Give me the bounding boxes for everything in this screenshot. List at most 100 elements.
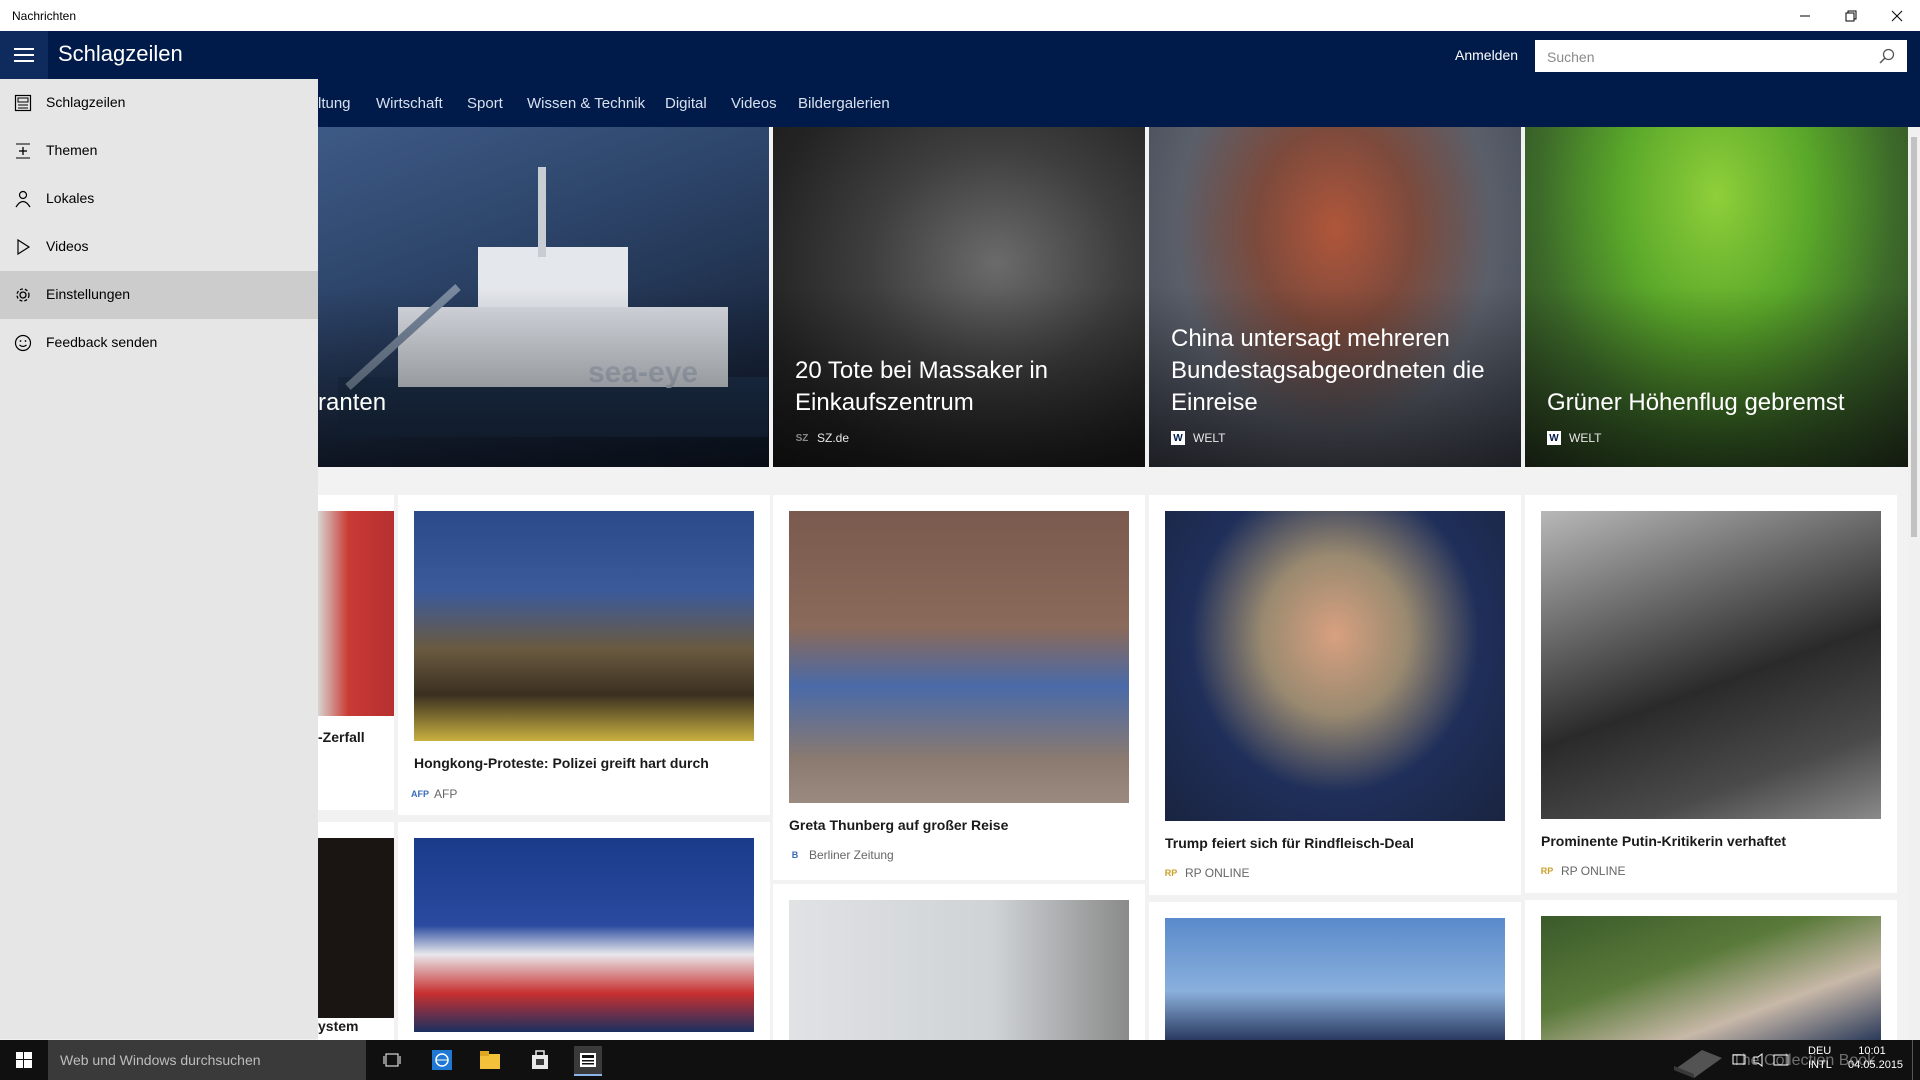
card-source: AFP AFP [411, 787, 458, 801]
card-image [789, 511, 1129, 803]
browser-icon [432, 1050, 452, 1070]
taskbar-store[interactable] [526, 1046, 554, 1074]
news-app-icon [580, 1053, 596, 1067]
keyboard-layout: INTL [1808, 1059, 1832, 1071]
category-tab-science[interactable]: Wissen & Technik [527, 95, 645, 112]
menu-item-videos[interactable]: Videos [0, 223, 318, 271]
app-header: Schlagzeilen Anmelden [0, 31, 1920, 79]
menu-item-label: Einstellungen [46, 286, 131, 302]
card-title: Prominente Putin-Kritikerin verhaftet [1541, 833, 1787, 849]
navigation-pane: Schlagzeilen Themen Lokales Videos Einst… [0, 79, 318, 1039]
task-view-icon [383, 1053, 401, 1067]
news-card[interactable]: -Zerfall [318, 495, 394, 810]
taskbar-explorer[interactable] [476, 1046, 504, 1074]
hero-tile[interactable]: 20 Tote bei Massaker in Einkaufszentrum … [773, 127, 1145, 467]
hero-source: W WELT [1171, 431, 1225, 445]
tray-network-volume-message-icons[interactable] [1732, 1052, 1792, 1068]
signin-link[interactable]: Anmelden [1455, 47, 1518, 63]
category-tab-sport[interactable]: Sport [467, 95, 503, 112]
card-source: B Berliner Zeitung [789, 848, 894, 862]
card-source: RP RP ONLINE [1540, 864, 1626, 878]
taskbar-search-placeholder: Web und Windows durchsuchen [60, 1052, 261, 1068]
category-tab-politics[interactable]: ltung [318, 95, 351, 112]
store-icon [532, 1050, 548, 1069]
clock[interactable]: 10:01 04.05.2015 [1848, 1044, 1904, 1072]
task-view-button[interactable] [378, 1046, 406, 1074]
card-image [1541, 511, 1881, 819]
card-title: Hongkong-Proteste: Polizei greift hart d… [414, 755, 709, 771]
news-card[interactable]: Greta Thunberg auf großer Reise B Berlin… [773, 495, 1145, 880]
card-image [318, 511, 394, 716]
minimize-button[interactable] [1782, 0, 1828, 31]
news-card[interactable] [1525, 900, 1897, 1040]
hero-tile[interactable]: China untersagt mehreren Bundestagsabgeo… [1149, 127, 1521, 467]
hero-tile[interactable]: Grüner Höhenflug gebremst W WELT [1525, 127, 1908, 467]
tray-icons [1732, 1052, 1792, 1068]
source-logo-icon: RP [1164, 868, 1178, 878]
show-desktop-button[interactable] [1912, 1040, 1920, 1080]
windows-logo-icon [16, 1052, 32, 1068]
card-title: Trump feiert sich für Rindfleisch-Deal [1165, 835, 1414, 851]
search-input[interactable] [1545, 40, 1869, 74]
scrollbar-thumb[interactable] [1911, 137, 1917, 537]
hero-source-label: WELT [1193, 431, 1226, 445]
hero-tile[interactable]: sea-eye ranten [318, 127, 769, 467]
source-logo-icon: SZ [795, 432, 809, 444]
card-image [789, 900, 1129, 1040]
menu-item-feedback[interactable]: Feedback senden [0, 319, 318, 367]
menu-item-settings[interactable]: Einstellungen [0, 271, 318, 319]
menu-item-label: Lokales [46, 190, 95, 206]
gear-icon [16, 288, 30, 302]
hero-title: Grüner Höhenflug gebremst [1547, 389, 1845, 416]
category-tab-digital[interactable]: Digital [665, 95, 707, 112]
windows-taskbar: Web und Windows durchsuchen The Collecti… [0, 1040, 1920, 1080]
category-tab-economy[interactable]: Wirtschaft [376, 95, 443, 112]
search-box [1535, 40, 1907, 74]
menu-item-label: Videos [46, 238, 89, 254]
restore-icon [1845, 10, 1857, 21]
menu-item-label: Themen [46, 142, 98, 158]
news-card[interactable] [398, 822, 770, 1040]
news-card[interactable] [773, 884, 1145, 1040]
smiley-icon [14, 334, 32, 352]
news-card[interactable]: Hongkong-Proteste: Polizei greift hart d… [398, 495, 770, 815]
news-card[interactable]: Prominente Putin-Kritikerin verhaftet RP… [1525, 495, 1897, 893]
vertical-scrollbar[interactable] [1908, 127, 1920, 1040]
hero-source-label: SZ.de [817, 431, 850, 445]
hero-source: SZ SZ.de [795, 431, 849, 445]
card-title: -Zerfall [318, 729, 365, 745]
start-button[interactable] [0, 1040, 48, 1080]
menu-item-headlines[interactable]: Schlagzeilen [0, 79, 318, 127]
card-title: ystem [318, 1018, 359, 1034]
category-tab-videos[interactable]: Videos [731, 95, 777, 112]
hero-shade [318, 287, 769, 467]
language-indicator[interactable]: DEU INTL [1808, 1044, 1832, 1072]
card-source-label: RP ONLINE [1561, 864, 1626, 878]
news-card[interactable]: ystem [318, 822, 394, 1040]
restore-button[interactable] [1828, 0, 1874, 31]
card-image [1165, 918, 1505, 1040]
taskbar-browser[interactable] [428, 1046, 456, 1074]
card-image [414, 511, 754, 741]
source-logo-icon: B [791, 850, 799, 860]
taskbar-search[interactable]: Web und Windows durchsuchen [48, 1040, 366, 1080]
card-image [1165, 511, 1505, 821]
menu-item-local[interactable]: Lokales [0, 175, 318, 223]
minimize-icon [1800, 15, 1810, 16]
close-button[interactable] [1874, 0, 1920, 31]
play-icon [17, 238, 31, 256]
news-icon [14, 94, 32, 112]
news-card[interactable]: Trump feiert sich für Rindfleisch-Deal R… [1149, 495, 1521, 895]
taskbar-news-app[interactable] [574, 1046, 602, 1076]
news-card[interactable] [1149, 902, 1521, 1040]
clock-date: 04.05.2015 [1848, 1059, 1904, 1071]
category-tab-galleries[interactable]: Bildergalerien [798, 95, 890, 112]
source-logo-icon: RP [1540, 866, 1554, 876]
hamburger-menu-button[interactable] [0, 31, 48, 79]
card-image [1541, 916, 1881, 1040]
menu-item-label: Feedback senden [46, 334, 158, 350]
source-logo-icon: W [1171, 431, 1185, 445]
search-icon[interactable] [1879, 48, 1895, 64]
card-source-label: AFP [434, 787, 458, 801]
menu-item-topics[interactable]: Themen [0, 127, 318, 175]
